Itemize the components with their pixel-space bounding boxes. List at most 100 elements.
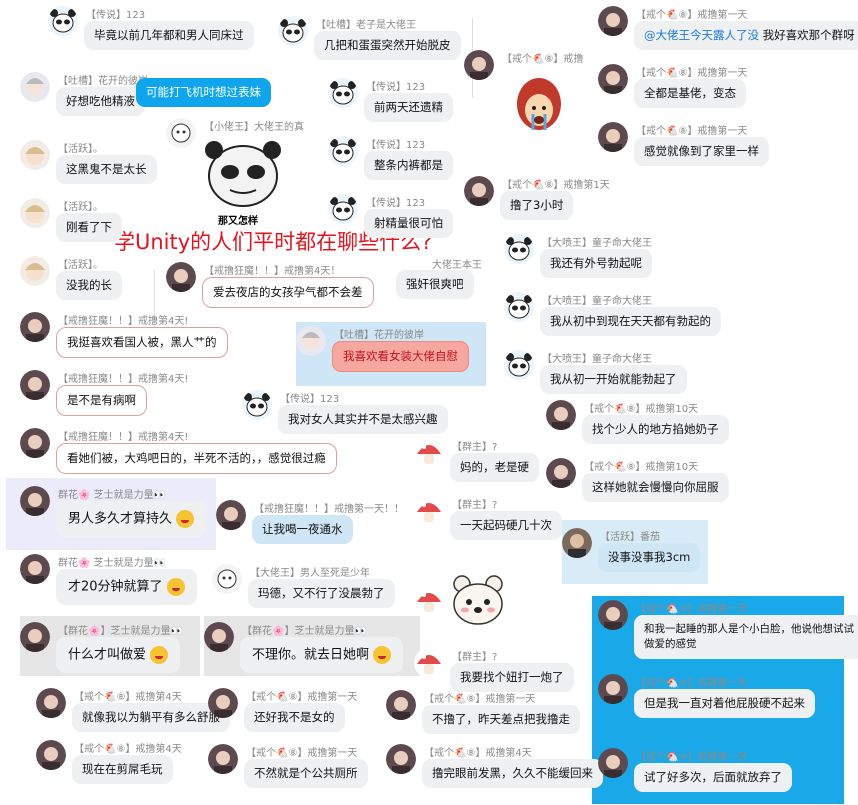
message-text: 找个少人的地方掐她奶子 <box>592 422 719 436</box>
message-bubble[interactable]: 妈的，老是硬 <box>450 453 539 482</box>
avatar[interactable] <box>20 312 50 342</box>
message-bubble[interactable]: 我喜欢看女装大佬自慰 <box>332 341 469 372</box>
message-bubble[interactable]: 没事没事我3cm <box>598 543 701 572</box>
message-bubble[interactable]: 好想吃他精液 <box>56 87 145 116</box>
message-bubble[interactable]: 可能打飞机时想过表妹 <box>136 78 271 107</box>
avatar[interactable] <box>598 6 628 36</box>
avatar[interactable] <box>328 136 358 166</box>
message-bubble[interactable]: 射精量很可怕 <box>364 209 453 238</box>
avatar[interactable] <box>278 16 308 46</box>
avatar[interactable] <box>598 64 628 94</box>
avatar[interactable] <box>208 688 238 718</box>
message-bubble[interactable]: 我要找个妞打一炮了 <box>450 663 574 692</box>
avatar[interactable] <box>414 648 444 678</box>
avatar[interactable] <box>562 528 592 558</box>
avatar[interactable] <box>464 176 494 206</box>
avatar[interactable] <box>20 198 50 228</box>
avatar[interactable] <box>386 744 416 774</box>
message-bubble[interactable]: 和我一起睡的那人是个小白脸，他说他想试试做爱的感觉 <box>634 615 858 659</box>
message-bubble[interactable]: 我还有外号勃起呢 <box>540 249 652 278</box>
message-bubble[interactable]: 看她们被，大鸡吧日的，半死不活的，，感觉很过瘾 <box>56 443 337 474</box>
avatar[interactable] <box>20 256 50 286</box>
message-text: 就像我以为躺平有多么舒服 <box>82 710 220 724</box>
message-bubble[interactable]: 我从初中到现在天天都有勃起的 <box>540 307 721 336</box>
message-bubble[interactable]: 才20分钟就算了 <box>56 569 197 605</box>
message-bubble[interactable]: 我挺喜欢看国人被，黑人艹的 <box>56 327 228 358</box>
message-bubble[interactable]: 但是我一直对着他屁股硬不起来 <box>634 689 815 718</box>
message-bubble[interactable]: 不撸了，昨天差点把我撸走 <box>422 705 580 734</box>
message-text: 是不是有病啊 <box>67 393 136 407</box>
message-bubble[interactable]: 就像我以为躺平有多么舒服 <box>72 703 230 732</box>
message-bubble[interactable]: 爱去夜店的女孩孕气都不会差 <box>202 277 374 308</box>
message-bubble[interactable]: 什么才叫做爱 <box>56 637 181 673</box>
avatar[interactable] <box>414 438 444 468</box>
message-bubble[interactable]: 撸完眼前发黑，久久不能缓回来 <box>422 759 603 788</box>
avatar[interactable] <box>216 500 246 530</box>
avatar[interactable] <box>598 748 628 778</box>
message-bubble[interactable]: @大佬王今天露人了没 我好喜欢那个群呀 <box>634 21 858 50</box>
avatar[interactable] <box>242 390 272 420</box>
sender-name: 【戒个🐔⑧】戒撸第4天 <box>74 692 182 703</box>
message-bubble[interactable]: 找个少人的地方掐她奶子 <box>582 415 729 444</box>
message-bubble[interactable]: 没我的长 <box>56 271 122 300</box>
avatar[interactable] <box>20 486 50 516</box>
avatar[interactable] <box>598 122 628 152</box>
message-text: 试了好多次，后面就放弃了 <box>644 770 782 784</box>
avatar[interactable] <box>504 350 534 380</box>
message-bubble[interactable]: 试了好多次，后面就放弃了 <box>634 763 792 792</box>
message-bubble[interactable]: 毕竟以前几年都和男人同床过 <box>84 21 254 50</box>
avatar[interactable] <box>48 6 78 36</box>
mention-link[interactable]: @大佬王今天露人了没 <box>644 28 759 42</box>
avatar[interactable] <box>20 622 50 652</box>
message-bubble[interactable]: 玛德，又不行了没晨勃了 <box>248 579 395 608</box>
sender-name: 【戒个🐔⑧】戒撸第一天 <box>424 694 536 705</box>
avatar[interactable] <box>328 78 358 108</box>
message-bubble[interactable]: 强奸很爽吧 <box>396 270 474 299</box>
avatar[interactable] <box>504 292 534 322</box>
avatar[interactable] <box>20 554 50 584</box>
avatar[interactable] <box>20 72 50 102</box>
avatar[interactable] <box>166 262 196 292</box>
avatar[interactable] <box>414 496 444 526</box>
message-bubble[interactable]: 一天起码硬几十次 <box>450 511 562 540</box>
message-bubble[interactable]: 还好我不是女的 <box>244 703 345 732</box>
message-bubble[interactable]: 我从初一开始就能勃起了 <box>540 365 687 394</box>
message-bubble[interactable]: 撸了3小时 <box>500 191 574 220</box>
avatar[interactable] <box>328 194 358 224</box>
avatar[interactable] <box>36 740 66 770</box>
message-bubble[interactable]: 感觉就像到了家里一样 <box>634 137 769 166</box>
message-bubble[interactable]: 刚看了下 <box>56 213 122 242</box>
message-bubble[interactable]: 这黑鬼不是太长 <box>56 155 157 184</box>
message-bubble[interactable]: 不理你。就去日她啊 <box>240 637 404 673</box>
avatar[interactable] <box>20 370 50 400</box>
message-bubble[interactable]: 我对女人其实并不是太感兴趣 <box>278 405 448 434</box>
avatar[interactable] <box>546 400 576 430</box>
avatar[interactable] <box>20 140 50 170</box>
message-text: 我好喜欢那个群呀 <box>759 28 855 42</box>
message-bubble[interactable]: 现在在剪屌毛玩 <box>72 755 173 784</box>
avatar[interactable] <box>36 688 66 718</box>
message-bubble[interactable]: 不然就是个公共厕所 <box>244 759 368 788</box>
message-bubble[interactable]: 全都是基佬，变态 <box>634 79 746 108</box>
avatar[interactable] <box>20 428 50 458</box>
message-bubble[interactable]: 是不是有病啊 <box>56 385 147 416</box>
avatar[interactable] <box>504 234 534 264</box>
message-bubble[interactable]: 男人多久才算持久 <box>56 501 207 537</box>
avatar[interactable] <box>464 50 494 80</box>
avatar[interactable] <box>166 118 196 148</box>
message-bubble[interactable]: 前两天还遗精 <box>364 93 453 122</box>
avatar[interactable] <box>598 600 628 630</box>
avatar[interactable] <box>208 744 238 774</box>
avatar[interactable] <box>204 622 234 652</box>
avatar[interactable] <box>414 586 444 616</box>
sender-name: 【大佬王】男人至死是少年 <box>250 568 370 579</box>
message-bubble[interactable]: 几把和蛋蛋突然开始脱皮 <box>314 31 461 60</box>
avatar[interactable] <box>212 564 242 594</box>
avatar[interactable] <box>386 690 416 720</box>
avatar[interactable] <box>546 458 576 488</box>
avatar[interactable] <box>598 674 628 704</box>
avatar[interactable] <box>296 326 326 356</box>
message-bubble[interactable]: 整条内裤都是 <box>364 151 453 180</box>
message-bubble[interactable]: 让我喝一夜通水 <box>252 515 353 544</box>
message-bubble[interactable]: 这样她就会慢慢向你屈服 <box>582 473 729 502</box>
